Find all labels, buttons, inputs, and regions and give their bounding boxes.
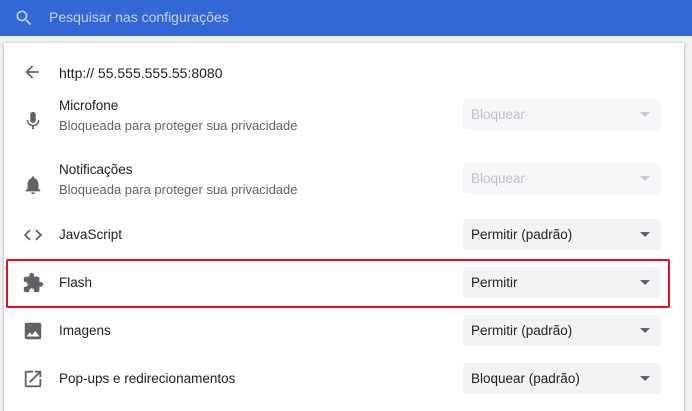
site-settings-panel: http:// 55.555.555.55:8080 Microfone Blo… <box>4 43 684 411</box>
bell-icon <box>25 176 41 195</box>
chevron-down-icon <box>640 328 650 333</box>
search-icon <box>16 10 32 26</box>
permission-title: Flash <box>59 275 93 290</box>
permission-row-popups: Pop-ups e redirecionamentos Bloquear (pa… <box>4 361 684 411</box>
select-value: Bloquear <box>471 107 526 122</box>
select-value: Permitir (padrão) <box>471 323 573 338</box>
chevron-down-icon <box>640 376 650 381</box>
search-input[interactable]: Pesquisar nas configurações <box>49 8 229 26</box>
select-value: Bloquear <box>471 171 526 186</box>
permission-subtitle: Bloqueada para proteger sua privacidade <box>59 118 298 133</box>
chevron-down-icon <box>640 176 650 181</box>
javascript-select[interactable]: Permitir (padrão) <box>463 219 661 250</box>
images-select[interactable]: Permitir (padrão) <box>463 315 661 346</box>
select-value: Permitir <box>471 275 518 290</box>
permission-row-microphone: Microfone Bloqueada para proteger sua pr… <box>4 93 684 153</box>
permission-row-notifications: Notificações Bloqueada para proteger sua… <box>4 157 684 217</box>
search-bar[interactable]: Pesquisar nas configurações <box>0 0 692 36</box>
chevron-down-icon <box>640 232 650 237</box>
open-in-new-icon <box>24 370 42 388</box>
image-icon <box>24 322 42 340</box>
permission-title: Pop-ups e redirecionamentos <box>59 371 236 386</box>
permission-subtitle: Bloqueada para proteger sua privacidade <box>59 182 298 197</box>
site-url: http:// 55.555.555.55:8080 <box>59 65 223 81</box>
popups-select[interactable]: Bloquear (padrão) <box>463 363 661 394</box>
permission-title: Microfone <box>59 98 119 113</box>
permission-row-javascript: JavaScript Permitir (padrão) <box>4 217 684 265</box>
microphone-icon <box>26 111 40 130</box>
chevron-down-icon <box>640 280 650 285</box>
notifications-select: Bloquear <box>463 163 661 194</box>
code-icon <box>23 229 43 241</box>
back-arrow-icon[interactable] <box>22 62 42 82</box>
flash-select[interactable]: Permitir <box>463 267 661 298</box>
permission-title: JavaScript <box>59 227 123 242</box>
permission-row-flash: Flash Permitir <box>4 265 684 313</box>
permission-title: Notificações <box>59 162 133 177</box>
permission-row-images: Imagens Permitir (padrão) <box>4 313 684 361</box>
microphone-select: Bloquear <box>463 99 661 130</box>
permission-title: Imagens <box>59 323 111 338</box>
select-value: Bloquear (padrão) <box>471 371 580 386</box>
puzzle-icon <box>23 272 44 293</box>
chevron-down-icon <box>640 112 650 117</box>
select-value: Permitir (padrão) <box>471 227 573 242</box>
